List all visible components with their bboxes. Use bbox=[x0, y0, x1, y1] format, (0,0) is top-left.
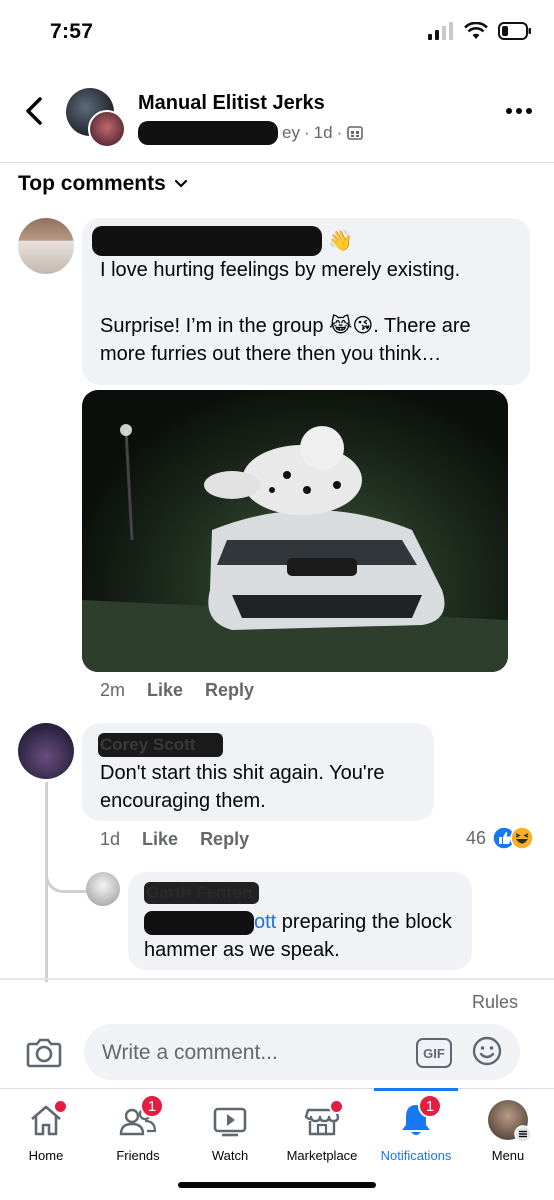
poster-avatar bbox=[88, 110, 126, 148]
comment-text: ott preparing the block hammer as we spe… bbox=[144, 908, 464, 964]
sort-label: Top comments bbox=[18, 172, 166, 195]
comment-time: 2m bbox=[100, 680, 126, 700]
tab-bar-divider bbox=[0, 1088, 554, 1089]
hamburger-icon bbox=[514, 1125, 532, 1143]
status-icons bbox=[428, 22, 532, 40]
tab-label: Menu bbox=[491, 1148, 525, 1163]
poster-name-visible: ey bbox=[282, 123, 300, 142]
marketplace-notification-dot bbox=[329, 1099, 344, 1114]
tab-notifications[interactable]: 1 Notifications bbox=[370, 1092, 462, 1172]
comment-photo[interactable] bbox=[82, 390, 508, 672]
redacted-poster-name bbox=[138, 121, 278, 145]
active-tab-indicator bbox=[374, 1088, 458, 1091]
meta-separator: · bbox=[303, 123, 310, 142]
tab-label: Watch bbox=[211, 1148, 249, 1163]
comment-sort-dropdown[interactable]: Top comments bbox=[18, 172, 188, 196]
home-notification-dot bbox=[53, 1099, 68, 1114]
post-time: 1d bbox=[313, 123, 333, 142]
comment-actions: 2m Like Reply bbox=[100, 680, 254, 701]
wave-icon: 👋 bbox=[328, 230, 353, 252]
commenter-avatar[interactable] bbox=[18, 723, 74, 779]
tab-friends[interactable]: 1 Friends bbox=[92, 1092, 184, 1172]
commenter-name[interactable]: Garth Fenton bbox=[144, 882, 259, 904]
like-button[interactable]: Like bbox=[147, 680, 183, 701]
tab-menu[interactable]: Menu bbox=[462, 1092, 554, 1172]
group-name[interactable]: Manual Elitist Jerks bbox=[138, 92, 325, 115]
tab-marketplace[interactable]: Marketplace bbox=[276, 1092, 368, 1172]
reaction-summary[interactable]: 46 bbox=[466, 826, 534, 850]
back-icon[interactable] bbox=[22, 96, 48, 126]
composer-divider bbox=[0, 978, 554, 980]
reaction-count: 46 bbox=[465, 827, 486, 848]
battery-icon bbox=[498, 22, 531, 40]
menu-avatar-icon bbox=[488, 1100, 532, 1143]
meta-separator: · bbox=[336, 123, 343, 142]
comment-actions: 1d Like Reply bbox=[100, 829, 249, 850]
reply-button[interactable]: Reply bbox=[205, 680, 254, 701]
tab-label: Marketplace bbox=[286, 1148, 358, 1163]
comment-text: Don't start this shit again. You're enco… bbox=[100, 762, 385, 812]
friends-badge: 1 bbox=[140, 1094, 164, 1118]
tab-label: Home bbox=[28, 1148, 64, 1163]
status-time: 7:57 bbox=[50, 20, 94, 43]
comment-composer[interactable]: GIF bbox=[84, 1024, 520, 1080]
thread-connector bbox=[45, 840, 88, 893]
private-group-icon bbox=[347, 126, 364, 140]
post-meta: ey · 1d · bbox=[138, 121, 364, 145]
tab-label: Friends bbox=[116, 1148, 160, 1163]
redacted-mention bbox=[144, 910, 254, 935]
reply-button[interactable]: Reply bbox=[200, 829, 249, 850]
cellular-signal-icon bbox=[428, 22, 453, 40]
notifications-badge: 1 bbox=[418, 1094, 442, 1118]
redacted-commenter-name bbox=[92, 226, 322, 256]
photo-scene bbox=[82, 424, 508, 672]
tab-label: Notifications bbox=[380, 1148, 452, 1163]
chevron-down-icon bbox=[174, 179, 187, 188]
emoji-icon[interactable] bbox=[472, 1036, 502, 1066]
commenter-name[interactable]: Corey Scott bbox=[98, 733, 224, 757]
wifi-icon bbox=[464, 22, 488, 39]
home-icon bbox=[26, 1099, 68, 1140]
like-button[interactable]: Like bbox=[142, 829, 178, 850]
watch-icon bbox=[210, 1100, 250, 1140]
header-divider bbox=[0, 162, 554, 163]
reply-bubble: Garth Fenton ott preparing the block ham… bbox=[128, 872, 472, 970]
comment-bubble: 👋 I love hurting feelings by merely exis… bbox=[82, 218, 530, 385]
comment-time: 1d bbox=[100, 829, 121, 849]
group-avatar[interactable] bbox=[66, 88, 126, 148]
comment-bubble: Corey Scott Don't start this shit again.… bbox=[82, 723, 434, 821]
camera-icon[interactable] bbox=[24, 1032, 64, 1072]
commenter-avatar[interactable] bbox=[18, 218, 74, 274]
tab-watch[interactable]: Watch bbox=[184, 1092, 276, 1172]
rules-link[interactable]: Rules bbox=[472, 992, 518, 1013]
haha-reaction-icon bbox=[510, 826, 534, 850]
more-options-icon[interactable] bbox=[506, 108, 532, 114]
comment-input[interactable] bbox=[100, 1036, 404, 1070]
comment-text: I love hurting feelings by merely existi… bbox=[100, 259, 471, 365]
gif-button[interactable]: GIF bbox=[416, 1038, 452, 1068]
commenter-avatar[interactable] bbox=[86, 872, 120, 906]
tab-home[interactable]: Home bbox=[0, 1092, 92, 1172]
mention-link[interactable]: ott bbox=[254, 911, 276, 933]
bell-icon: 1 bbox=[396, 1094, 442, 1140]
home-indicator[interactable] bbox=[178, 1182, 376, 1188]
friends-icon: 1 bbox=[118, 1094, 164, 1140]
marketplace-icon bbox=[302, 1099, 344, 1140]
